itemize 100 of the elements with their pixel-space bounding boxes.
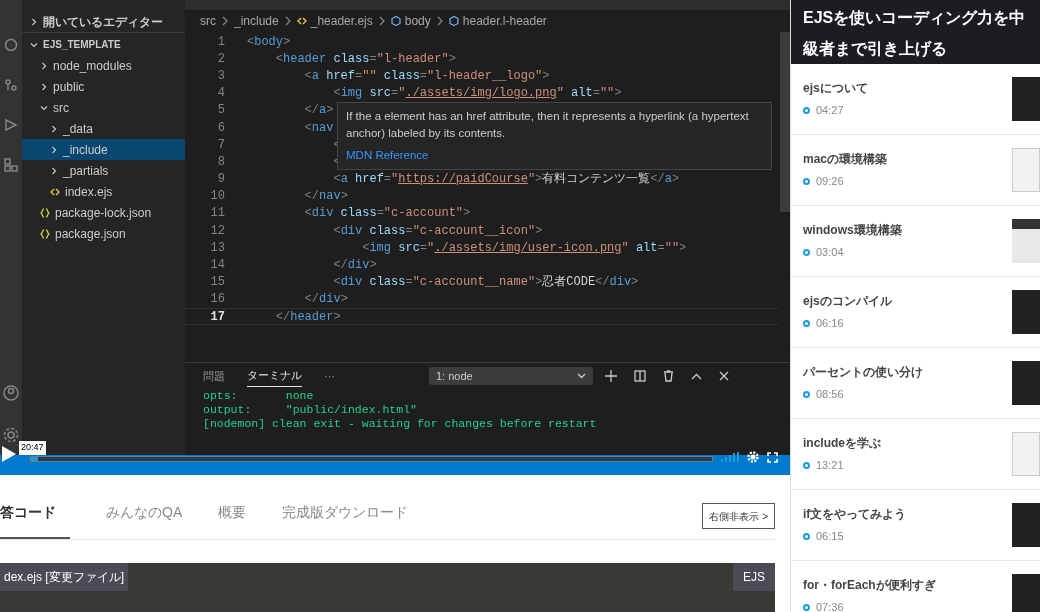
panel-tab[interactable]: ターミナル xyxy=(247,365,302,387)
braces-icon xyxy=(40,228,50,239)
chevron-right-icon xyxy=(220,16,230,26)
chevron-down-icon xyxy=(40,103,48,112)
lesson-duration: 04:27 xyxy=(816,103,844,119)
lesson-duration: 06:16 xyxy=(816,316,844,332)
lesson-title: includeを学ぶ xyxy=(803,435,881,453)
line-number: 3 xyxy=(216,67,225,85)
video-thumbnail xyxy=(1012,219,1040,263)
content-tab[interactable]: 完成版ダウンロード xyxy=(282,502,409,539)
code-line: <img src="./assets/img/user-icon.png" alt=""> xyxy=(361,239,687,257)
content-tab[interactable]: みんなのQA xyxy=(106,502,183,539)
code-line: <a href="https://paidCourse">有料コンテンツ一覧</a> xyxy=(332,171,680,189)
breadcrumb-item[interactable]: _header.ejs xyxy=(310,12,373,30)
line-number: 6 xyxy=(216,119,225,137)
breadcrumb-item[interactable]: _include xyxy=(234,12,279,30)
line-number: 2 xyxy=(216,50,225,68)
explorer-item[interactable]: _include xyxy=(22,139,185,160)
lesson-item[interactable]: パーセントの使い分け 08:56 xyxy=(791,348,1040,419)
hide-right-button[interactable]: 右側非表示 > xyxy=(702,503,775,529)
lesson-title: macの環境構築 xyxy=(803,151,888,169)
lesson-item[interactable]: ejsについて 04:27 xyxy=(791,64,1040,135)
explorer-item[interactable]: public xyxy=(22,76,185,97)
lesson-item[interactable]: macの環境構築 09:26 xyxy=(791,135,1040,206)
account-icon[interactable] xyxy=(3,385,19,401)
chevron-right-icon xyxy=(50,166,58,175)
play-icon[interactable] xyxy=(2,446,16,462)
line-number: 11 xyxy=(209,205,225,223)
code-line: </nav> xyxy=(303,188,348,206)
lesson-item[interactable]: ejsのコンパイル 06:16 xyxy=(791,277,1040,348)
content-tab[interactable]: 概要 xyxy=(218,502,247,539)
chevron-right-icon xyxy=(40,61,48,70)
lesson-duration: 09:26 xyxy=(816,174,844,190)
debug-icon[interactable] xyxy=(4,118,18,132)
section-header[interactable]: 開いているエディター xyxy=(43,13,163,31)
video-thumbnail xyxy=(1012,148,1040,192)
terminal-line: output: "public/index.html" xyxy=(203,403,418,417)
terminal-select[interactable]: 1: node xyxy=(429,367,593,385)
lesson-item[interactable]: includeを学ぶ 13:21 xyxy=(791,419,1040,490)
line-number: 14 xyxy=(209,257,225,275)
breadcrumb-item[interactable]: header.l-header xyxy=(462,12,547,30)
close-icon[interactable] xyxy=(719,371,729,381)
chevron-down-icon xyxy=(577,373,586,379)
line-number: 16 xyxy=(209,291,225,309)
scrollbar-thumb[interactable] xyxy=(780,32,790,212)
explorer-item[interactable]: _partials xyxy=(22,160,185,181)
lesson-duration: 13:21 xyxy=(816,458,844,474)
line-number: 17 xyxy=(209,308,225,326)
time-tooltip: 20:47 xyxy=(19,441,46,455)
video-thumbnail xyxy=(1012,574,1040,612)
lesson-duration: 03:04 xyxy=(816,245,844,261)
line-number: 1 xyxy=(216,33,225,51)
line-number: 12 xyxy=(209,222,225,240)
fullscreen-icon[interactable] xyxy=(767,451,778,463)
explorer-item[interactable]: _data xyxy=(22,118,185,139)
source-control-icon[interactable] xyxy=(4,78,18,92)
panel-tab[interactable]: ··· xyxy=(324,365,335,387)
explorer-item[interactable]: package.json xyxy=(22,223,185,244)
explorer-item[interactable]: package-lock.json xyxy=(22,202,185,223)
code-file-icon xyxy=(296,16,307,26)
code-line: </a> xyxy=(303,102,334,120)
terminal-line: opts: none xyxy=(203,389,315,403)
course-title: EJSを使いコーディング力を中 xyxy=(803,8,1026,28)
reference-link[interactable]: MDN Reference xyxy=(346,147,429,164)
lesson-item[interactable]: windows環境構築 03:04 xyxy=(791,206,1040,277)
volume-bars-icon[interactable] xyxy=(721,452,739,462)
line-number: 4 xyxy=(216,85,225,103)
code-line: <div class="c-account"> xyxy=(303,205,471,223)
chevron-right-icon xyxy=(50,124,58,133)
explorer-item[interactable]: node_modules xyxy=(22,55,185,76)
line-number: 7 xyxy=(216,136,225,154)
panel-tab[interactable]: 問題 xyxy=(203,365,225,387)
split-icon[interactable] xyxy=(634,370,646,382)
code-line: <a href="" class="l-header__logo"> xyxy=(303,67,550,85)
explorer-item[interactable]: EJS_TEMPLATE xyxy=(22,34,185,55)
trash-icon[interactable] xyxy=(663,370,674,382)
chevron-down-icon xyxy=(30,40,38,49)
chevron-up-icon[interactable] xyxy=(691,372,702,380)
code-line: <img src="./assets/img/logo.png" alt=""> xyxy=(332,85,622,103)
search-icon[interactable] xyxy=(4,38,18,52)
code-line: </div> xyxy=(303,291,348,309)
lesson-title: windows環境構築 xyxy=(803,222,902,240)
braces-icon xyxy=(40,207,50,218)
lesson-item[interactable]: if文をやってみよう 06:15 xyxy=(791,490,1040,561)
chevron-right-icon xyxy=(40,82,48,91)
lesson-title: ejsのコンパイル xyxy=(803,293,892,311)
line-number: 9 xyxy=(216,171,225,189)
code-language-label: EJS xyxy=(733,563,775,591)
line-number: 13 xyxy=(209,239,225,257)
explorer-item[interactable]: index.ejs xyxy=(22,181,185,202)
breadcrumb-item[interactable]: src xyxy=(200,12,216,30)
extensions-icon[interactable] xyxy=(4,158,18,172)
content-tab[interactable]: 答コード xyxy=(0,502,70,539)
video-thumbnail xyxy=(1012,432,1040,476)
lesson-item[interactable]: for・forEachが便利すぎ 07:36 xyxy=(791,561,1040,612)
course-title: 級者まで引き上げる xyxy=(803,39,947,59)
add-icon[interactable] xyxy=(605,370,617,382)
explorer-item[interactable]: src xyxy=(22,97,185,118)
lesson-duration: 06:15 xyxy=(816,529,844,545)
breadcrumb-item[interactable]: body xyxy=(404,12,431,30)
